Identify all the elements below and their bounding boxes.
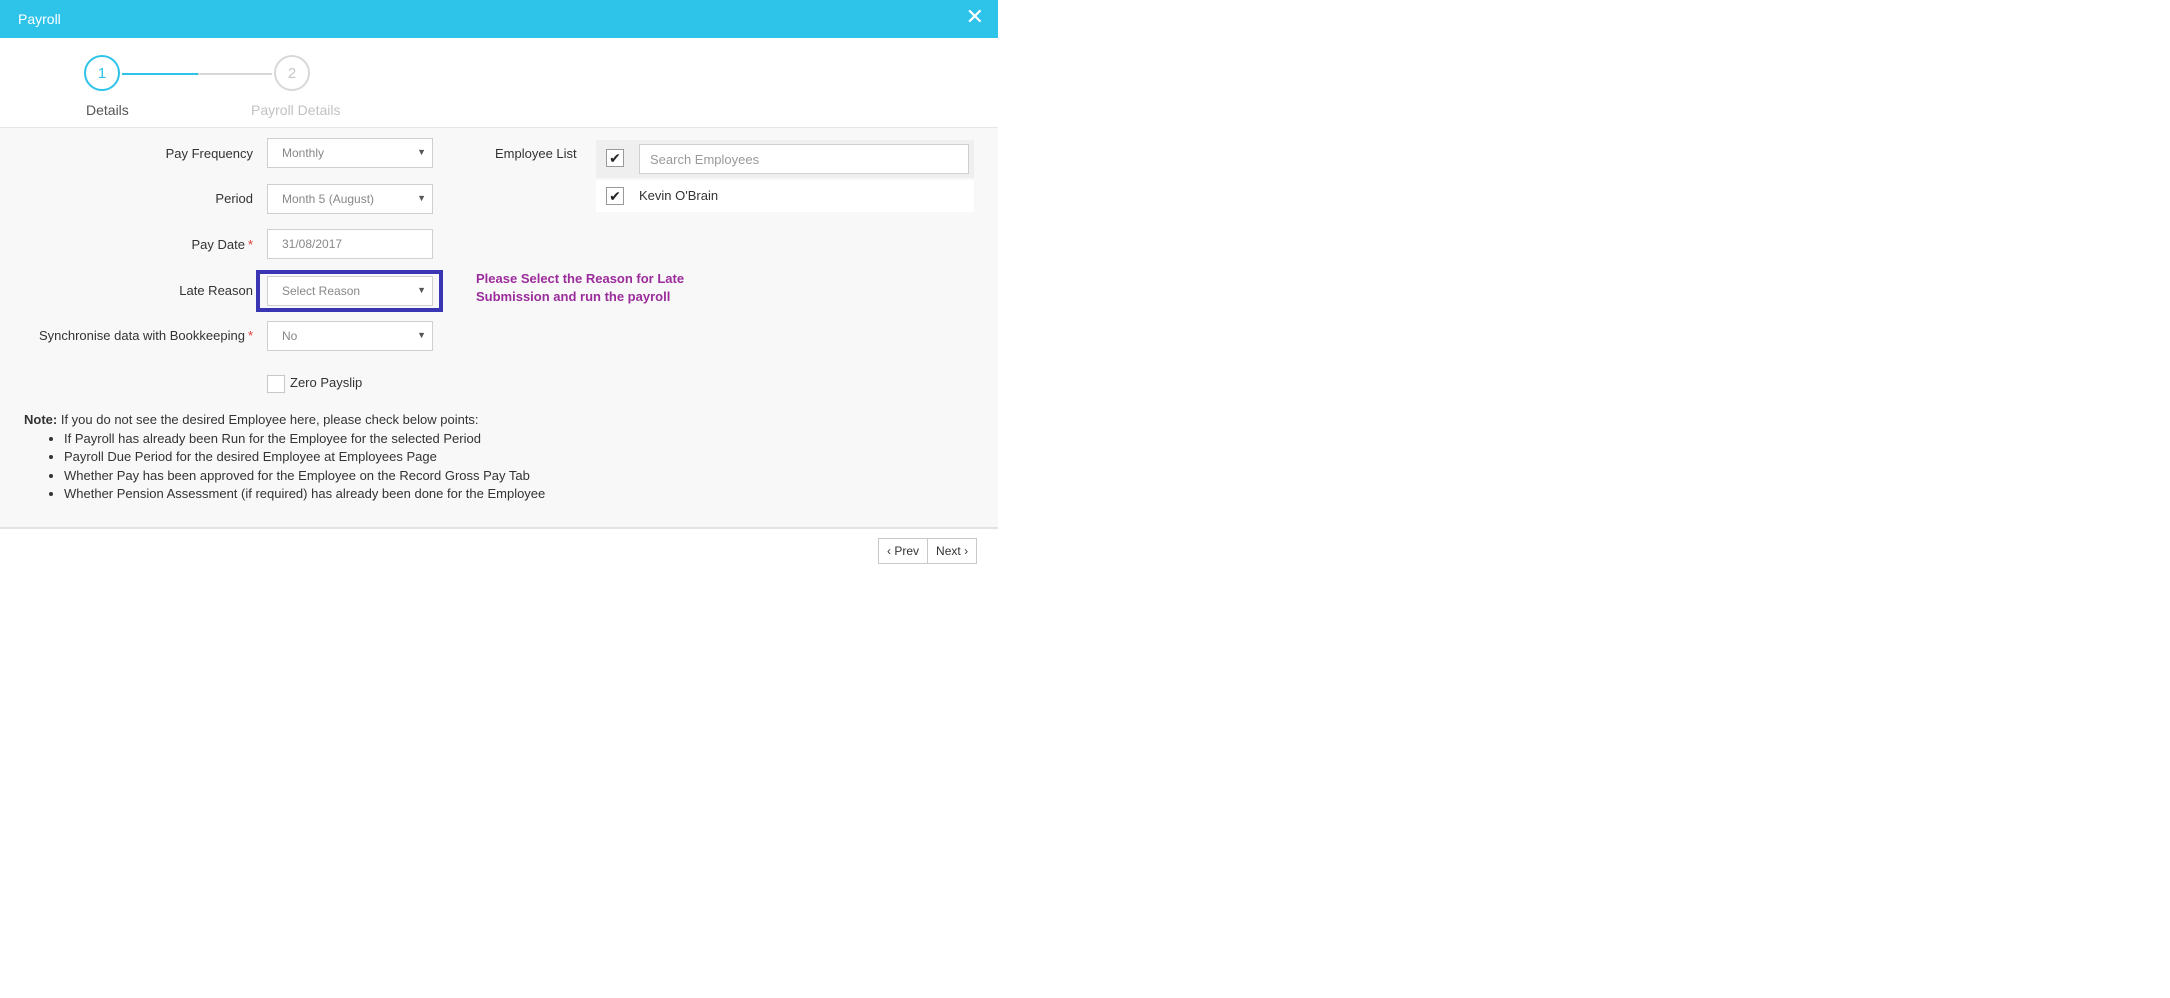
checkmark-icon: ✔ <box>609 150 621 166</box>
employee-name: Kevin O'Brain <box>639 188 719 203</box>
pay-date-label-text: Pay Date <box>191 237 245 252</box>
late-reason-label: Late Reason <box>179 283 253 298</box>
period-label: Period <box>215 191 253 206</box>
next-button-label: Next <box>936 544 961 558</box>
employee-list-label: Employee List <box>495 146 577 161</box>
dropdown-arrow-icon: ▼ <box>417 285 426 295</box>
step-2-circle[interactable]: 2 <box>274 55 310 91</box>
required-marker: * <box>247 328 253 343</box>
select-all-employees-checkbox[interactable]: ✔ <box>606 149 624 167</box>
search-employees-placeholder: Search Employees <box>650 152 760 167</box>
note-point: Whether Pay has been approved for the Em… <box>64 467 545 485</box>
pay-frequency-label: Pay Frequency <box>165 146 253 161</box>
sync-bookkeeping-value: No <box>282 329 298 343</box>
late-reason-placeholder: Select Reason <box>282 284 361 298</box>
pay-frequency-select[interactable]: Monthly ▼ <box>267 138 433 168</box>
employee-checkbox[interactable]: ✔ <box>606 187 624 205</box>
chevron-right-icon: › <box>964 544 969 558</box>
note-point: Whether Pension Assessment (if required)… <box>64 485 545 503</box>
step-connector-pending <box>198 73 272 75</box>
pay-date-input[interactable]: 31/08/2017 <box>267 229 433 259</box>
prev-button-label: Prev <box>894 544 920 558</box>
step-1-circle[interactable]: 1 <box>84 55 120 91</box>
pay-frequency-value: Monthly <box>282 146 325 160</box>
period-value: Month 5 (August) <box>282 192 375 206</box>
note-intro: If you do not see the desired Employee h… <box>60 412 479 427</box>
search-employees-input[interactable]: Search Employees <box>639 144 969 174</box>
sync-bookkeeping-select[interactable]: No ▼ <box>267 321 433 351</box>
wizard-steps: 1 2 Details Payroll Details <box>0 38 998 128</box>
step-2-label: Payroll Details <box>251 102 341 118</box>
wizard-navigation: ‹ Prev Next › <box>878 538 978 564</box>
dropdown-arrow-icon: ▼ <box>417 147 426 157</box>
step-connector-complete <box>122 73 198 75</box>
late-reason-hint: Please Select the Reason for Late Submis… <box>476 271 685 304</box>
note-text: Note: If you do not see the desired Empl… <box>24 412 479 427</box>
note-point: Payroll Due Period for the desired Emplo… <box>64 448 545 466</box>
modal-title: Payroll <box>18 11 61 27</box>
note-points: If Payroll has already been Run for the … <box>24 430 545 503</box>
note-point: If Payroll has already been Run for the … <box>64 430 545 448</box>
late-reason-select[interactable]: Select Reason ▼ <box>267 276 433 306</box>
step-1-label: Details <box>86 102 129 118</box>
period-select[interactable]: Month 5 (August) ▼ <box>267 184 433 214</box>
zero-payslip-checkbox[interactable] <box>267 375 285 393</box>
details-form: Pay Frequency Monthly ▼ Period Month 5 (… <box>0 128 998 529</box>
pay-date-label: Pay Date * <box>191 237 253 252</box>
sync-bookkeeping-label: Synchronise data with Bookkeeping * <box>39 328 253 343</box>
payroll-modal: Payroll ✕ 1 2 Details Payroll Details Pa… <box>0 0 998 564</box>
close-icon[interactable]: ✕ <box>966 6 984 28</box>
chevron-left-icon: ‹ <box>887 544 891 558</box>
dropdown-arrow-icon: ▼ <box>417 330 426 340</box>
zero-payslip-label: Zero Payslip <box>290 375 363 390</box>
sync-bookkeeping-label-text: Synchronise data with Bookkeeping <box>38 328 245 343</box>
note-title: Note: <box>24 412 58 427</box>
next-button[interactable]: Next › <box>928 538 978 564</box>
required-marker: * <box>247 237 253 252</box>
dropdown-arrow-icon: ▼ <box>417 193 426 203</box>
modal-title-bar: Payroll ✕ <box>0 0 998 38</box>
prev-button[interactable]: ‹ Prev <box>878 538 929 564</box>
pay-date-value: 31/08/2017 <box>282 237 343 251</box>
checkmark-icon: ✔ <box>609 188 621 204</box>
